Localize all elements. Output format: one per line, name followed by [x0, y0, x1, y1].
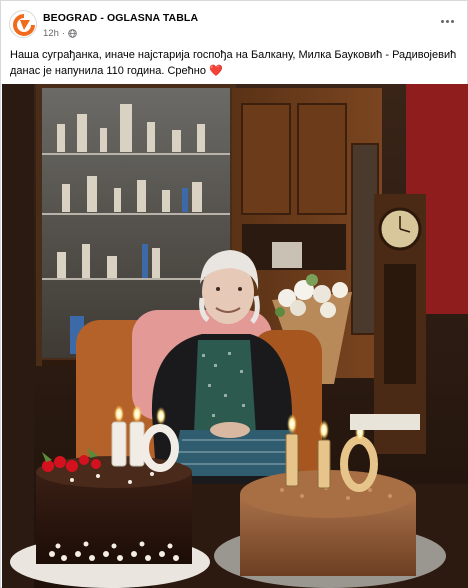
post-meta: 12h · — [43, 28, 77, 39]
left-shadow — [2, 84, 34, 588]
page-name[interactable]: BEOGRAD - OGLASNA TABLA — [43, 12, 198, 24]
caption-emoji: ❤️ — [209, 64, 223, 77]
more-options-icon[interactable] — [437, 13, 457, 29]
table-napkins — [350, 414, 420, 430]
post-header: BEOGRAD - OGLASNA TABLA 12h · — [1, 1, 468, 45]
page-logo-icon — [11, 12, 36, 37]
post-photo[interactable] — [2, 84, 468, 588]
post-caption: Наша суграђанка, иначе најстарија госпођ… — [10, 48, 462, 79]
facebook-post: BEOGRAD - OGLASNA TABLA 12h · Наша сугра… — [0, 0, 468, 588]
caption-text: Наша суграђанка, иначе најстарија госпођ… — [10, 49, 457, 77]
page-avatar[interactable] — [9, 10, 37, 38]
post-time[interactable]: 12h — [43, 28, 59, 39]
birthday-photo — [2, 84, 468, 588]
globe-icon — [68, 29, 77, 38]
